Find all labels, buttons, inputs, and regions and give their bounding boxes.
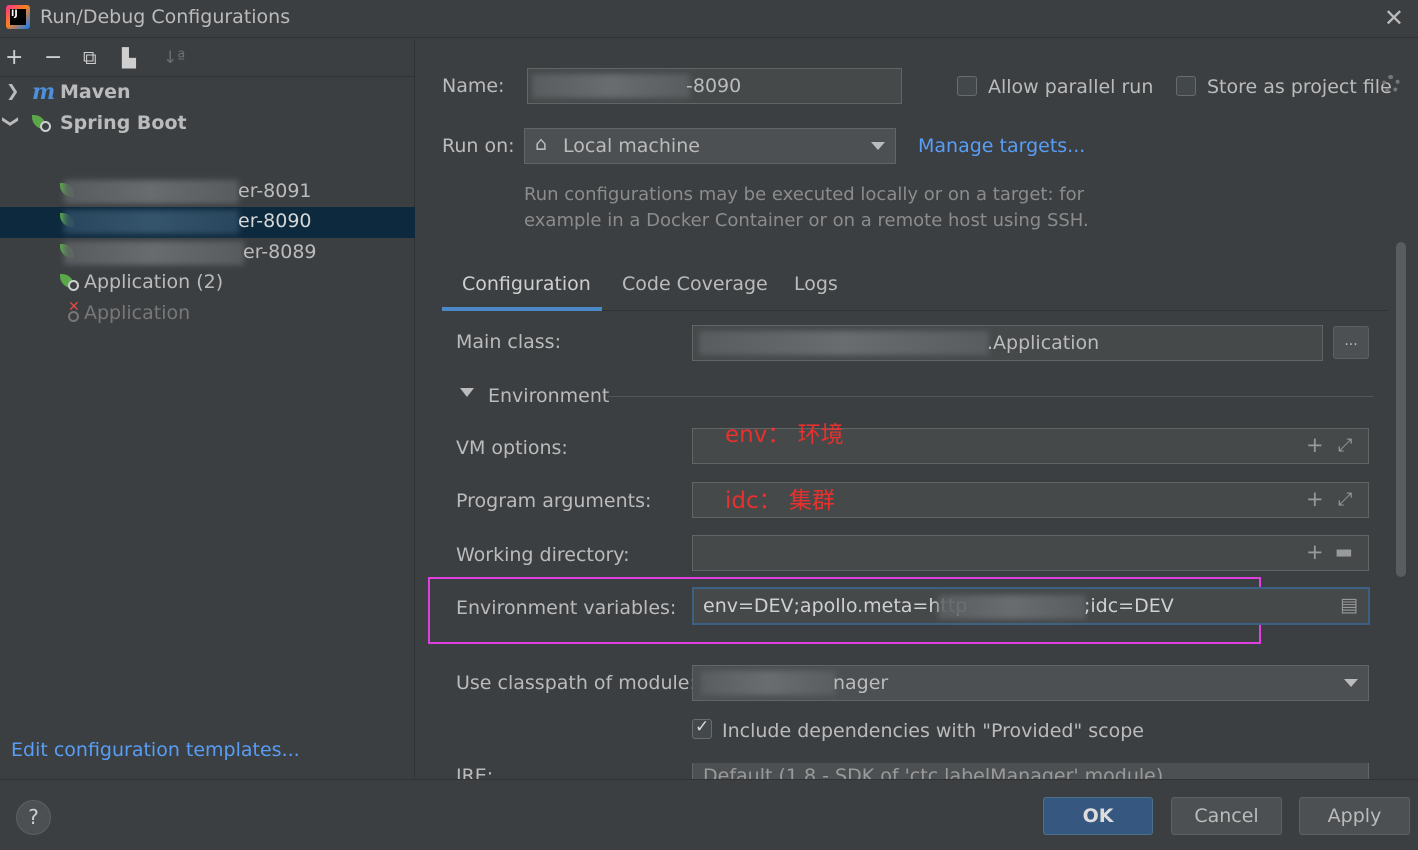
redacted-area bbox=[532, 74, 690, 98]
add-icon[interactable]: + bbox=[1306, 433, 1324, 457]
spring-boot-icon bbox=[60, 274, 80, 292]
help-button[interactable]: ? bbox=[16, 800, 51, 835]
add-icon[interactable]: + bbox=[5, 45, 23, 70]
redacted-area bbox=[701, 671, 836, 695]
name-label: Name: bbox=[442, 75, 505, 97]
jre-label: JRE: bbox=[456, 765, 494, 779]
browse-main-class-button[interactable]: ... bbox=[1333, 326, 1369, 359]
working-dir-input[interactable]: + ▬ bbox=[692, 535, 1369, 571]
jre-row-clip: JRE: Default (1.8 - SDK of 'ctc labelMan… bbox=[416, 763, 1396, 779]
name-input[interactable]: -8090 bbox=[527, 68, 902, 104]
config-tree-panel: + − ⧉ ▙ ↓ª ❯ m Maven ❯ Spring Boot er-80… bbox=[0, 39, 415, 779]
include-deps-label: Include dependencies with "Provided" sco… bbox=[722, 720, 1144, 742]
intellij-logo-icon: IJ bbox=[6, 5, 30, 29]
tree-item-label: Application (2) bbox=[84, 271, 224, 293]
redacted-area bbox=[64, 241, 244, 265]
list-icon[interactable]: ▤ bbox=[1340, 594, 1358, 616]
tree-item-label: er-8090 bbox=[238, 210, 312, 232]
ok-button[interactable]: OK bbox=[1043, 797, 1153, 835]
add-icon[interactable]: + bbox=[1306, 487, 1324, 511]
main-class-label: Main class: bbox=[456, 331, 561, 353]
redacted-area bbox=[64, 180, 239, 204]
cancel-button[interactable]: Cancel bbox=[1171, 797, 1282, 835]
include-deps-checkbox[interactable] bbox=[692, 717, 712, 739]
vm-options-label: VM options: bbox=[456, 437, 568, 459]
expand-triangle-icon[interactable] bbox=[460, 388, 474, 397]
annotation-env: env： 环境 bbox=[725, 422, 844, 448]
redacted-area bbox=[699, 331, 989, 355]
apply-button[interactable]: Apply bbox=[1299, 797, 1410, 835]
working-dir-label: Working directory: bbox=[456, 544, 630, 566]
tree-node-spring-boot[interactable]: ❯ Spring Boot bbox=[0, 109, 415, 140]
store-project-checkbox[interactable] bbox=[1176, 76, 1196, 96]
tree-item-application-2[interactable]: Application (2) bbox=[0, 268, 415, 299]
chevron-down-icon bbox=[871, 142, 885, 150]
copy-icon[interactable]: ⧉ bbox=[83, 47, 97, 69]
chevron-down-icon bbox=[1344, 679, 1358, 687]
config-details-panel: Name: -8090 Allow parallel run Store as … bbox=[416, 39, 1418, 779]
manage-targets-link[interactable]: Manage targets... bbox=[918, 135, 1085, 157]
add-icon[interactable]: + bbox=[1306, 540, 1324, 564]
annotation-idc: idc： 集群 bbox=[725, 488, 835, 514]
expand-icon[interactable]: ⤢ bbox=[1338, 489, 1352, 510]
tree-item-8091[interactable]: er-8091 bbox=[0, 177, 415, 208]
redacted-area bbox=[938, 595, 1086, 619]
main-class-input[interactable]: .Application bbox=[692, 325, 1323, 361]
scrollbar[interactable] bbox=[1396, 242, 1406, 577]
sort-icon[interactable]: ↓ª bbox=[163, 48, 185, 68]
gear-icon[interactable] bbox=[1382, 75, 1400, 93]
active-tab-indicator bbox=[442, 307, 602, 311]
tab-logs[interactable]: Logs bbox=[794, 273, 838, 295]
program-args-label: Program arguments: bbox=[456, 490, 652, 512]
title-bar: IJ Run/Debug Configurations ✕ bbox=[0, 0, 1418, 38]
tree-item-label: er-8091 bbox=[238, 180, 312, 202]
remove-icon[interactable]: − bbox=[44, 45, 62, 70]
tree-item-label: Application bbox=[84, 302, 191, 324]
run-on-select[interactable]: ⌂ Local machine bbox=[524, 128, 896, 164]
close-icon[interactable]: ✕ bbox=[1384, 4, 1404, 32]
chevron-right-icon[interactable]: ❯ bbox=[6, 81, 19, 100]
environment-section-title: Environment bbox=[488, 385, 610, 407]
tab-code-coverage[interactable]: Code Coverage bbox=[622, 273, 768, 295]
expand-icon[interactable]: ⤢ bbox=[1338, 435, 1352, 456]
env-vars-input[interactable]: env=DEV;apollo.meta=http ;idc=DEV ▤ bbox=[692, 587, 1370, 625]
redacted-area bbox=[64, 210, 239, 234]
chevron-down-icon[interactable]: ❯ bbox=[2, 115, 21, 128]
folder-icon[interactable]: ▬ bbox=[1335, 541, 1353, 563]
store-project-label: Store as project file bbox=[1207, 76, 1392, 98]
tree-item-label: er-8089 bbox=[243, 241, 317, 263]
classpath-label: Use classpath of module: bbox=[456, 672, 696, 694]
edit-templates-link[interactable]: Edit configuration templates... bbox=[11, 739, 300, 761]
classpath-select[interactable]: nager bbox=[692, 665, 1369, 701]
tree-item-8089[interactable]: er-8089 bbox=[0, 238, 415, 269]
allow-parallel-label: Allow parallel run bbox=[988, 76, 1154, 98]
window-title: Run/Debug Configurations bbox=[40, 6, 291, 28]
dialog-button-bar: ? OK Cancel Apply bbox=[0, 779, 1418, 850]
run-on-hint: Run configurations may be executed local… bbox=[524, 184, 1089, 231]
tree-item-application[interactable]: ✕ Application bbox=[0, 299, 415, 330]
run-on-label: Run on: bbox=[442, 135, 515, 157]
allow-parallel-checkbox[interactable] bbox=[957, 76, 977, 96]
tree-node-maven[interactable]: ❯ m Maven bbox=[0, 78, 415, 109]
tree-item-8090[interactable]: er-8090 bbox=[0, 207, 415, 238]
home-icon: ⌂ bbox=[535, 133, 548, 155]
maven-icon: m bbox=[32, 79, 56, 105]
folder-icon[interactable]: ▙ bbox=[122, 48, 136, 69]
section-divider bbox=[608, 396, 1373, 397]
tab-configuration[interactable]: Configuration bbox=[462, 273, 591, 295]
jre-select[interactable]: Default (1.8 - SDK of 'ctc labelManager'… bbox=[692, 763, 1369, 779]
tree-label-maven: Maven bbox=[60, 81, 131, 103]
env-vars-label: Environment variables: bbox=[456, 597, 677, 619]
tree-label-spring-boot: Spring Boot bbox=[60, 112, 187, 134]
spring-boot-icon bbox=[32, 115, 52, 133]
tree-toolbar: + − ⧉ ▙ ↓ª bbox=[0, 39, 414, 77]
